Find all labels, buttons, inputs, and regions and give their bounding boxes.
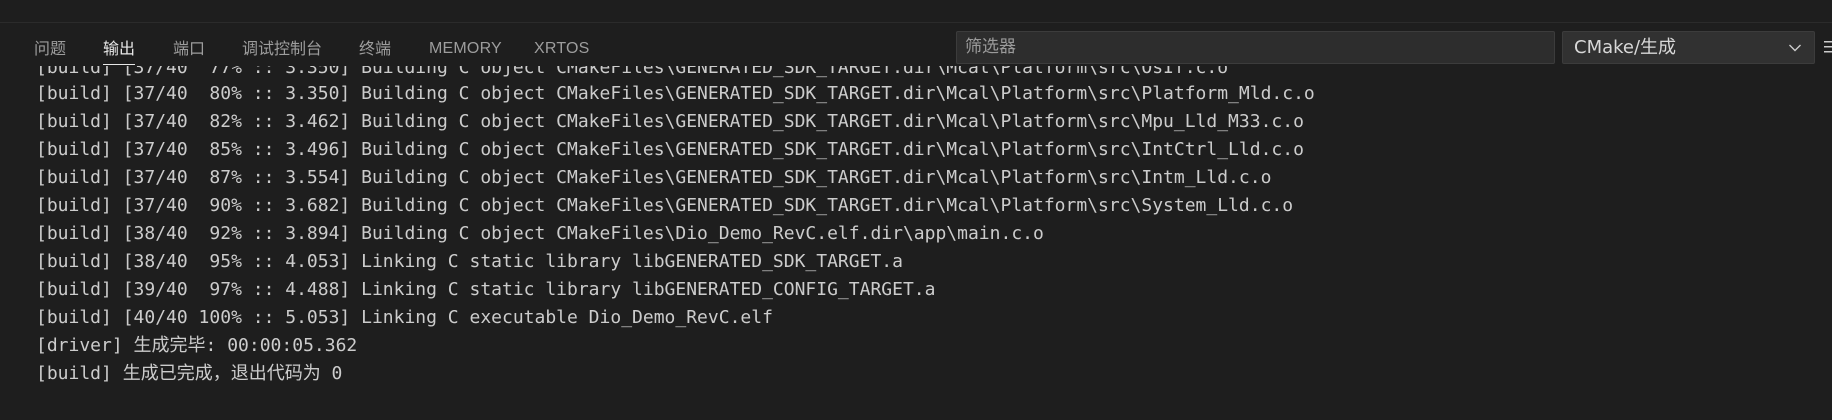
tab-xrtos[interactable]: XRTOS (534, 39, 590, 65)
filter-input[interactable]: 筛选器 (956, 31, 1555, 64)
log-line: [build] [37/40 90% :: 3.682] Building C … (36, 195, 1294, 216)
tab-problems[interactable]: 问题 (34, 39, 66, 65)
log-line: [build] [39/40 97% :: 4.488] Linking C s… (36, 279, 936, 300)
output-panel: 问题 输出 端口 调试控制台 终端 MEMORY XRTOS 筛选器 CMake… (0, 0, 1832, 420)
log-line: [build] [37/40 87% :: 3.554] Building C … (36, 167, 1272, 188)
tab-debug-console[interactable]: 调试控制台 (242, 39, 322, 65)
log-line: [build] [38/40 95% :: 4.053] Linking C s… (36, 251, 903, 272)
tab-memory[interactable]: MEMORY (429, 39, 502, 65)
log-line: [build] [37/40 85% :: 3.496] Building C … (36, 139, 1304, 160)
log-line: [driver] 生成完毕: 00:00:05.362 (36, 335, 358, 356)
log-line: [build] [40/40 100% :: 5.053] Linking C … (36, 307, 773, 328)
log-line: [build] [38/40 92% :: 3.894] Building C … (36, 223, 1044, 244)
filter-placeholder: 筛选器 (965, 37, 1016, 57)
tab-ports[interactable]: 端口 (173, 39, 205, 65)
tab-output[interactable]: 输出 (103, 39, 136, 65)
more-actions-icon[interactable] (1824, 40, 1832, 54)
tab-terminal[interactable]: 终端 (359, 39, 391, 65)
output-channel-value: CMake/生成 (1574, 37, 1677, 58)
output-channel-select[interactable]: CMake/生成 (1562, 31, 1815, 64)
log-line: [build] [37/40 80% :: 3.350] Building C … (36, 83, 1315, 104)
chevron-down-icon (1789, 44, 1801, 52)
log-line: [build] [37/40 82% :: 3.462] Building C … (36, 111, 1304, 132)
log-line: [build] 生成已完成，退出代码为 0 (36, 363, 343, 384)
output-log[interactable]: [build] [37/40 77% :: 3.350] Building C … (0, 66, 1832, 420)
